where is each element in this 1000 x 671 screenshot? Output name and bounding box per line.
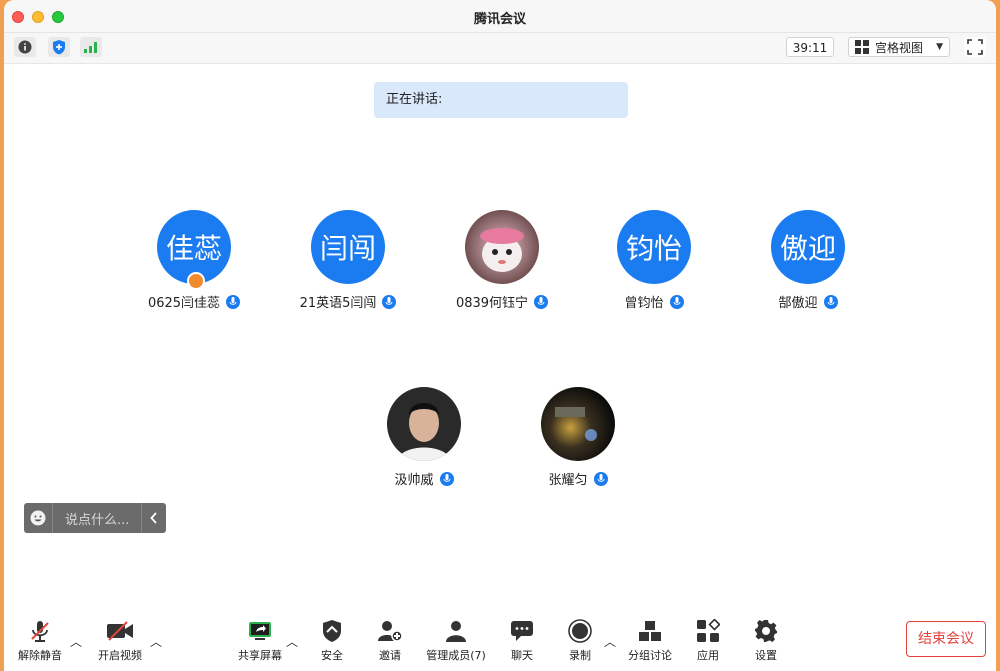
unmute-label: 解除静音 [18,649,62,662]
breakout-icon [618,617,682,645]
chevron-up-icon[interactable]: ︿ [150,633,162,650]
avatar-text: 傲迎 [779,232,836,265]
meeting-window: 腾讯会议 39:11 宫格视图 ▼ 正在讲话: 佳蕊 0625闫佳蕊 闫闯 21… [4,0,996,671]
avatar-photo [465,210,539,284]
breakout-rooms-button[interactable]: 分组讨论 [618,617,682,663]
share-screen-label: 共享屏幕 [238,649,282,662]
end-meeting-button[interactable]: 结束会议 [906,621,986,657]
participant-name-row: 0839何钰宁 [432,292,572,311]
avatar: 钧怡 [617,210,691,284]
mic-icon [669,294,684,309]
participant-tile[interactable]: 佳蕊 0625闫佳蕊 [124,210,264,311]
avatar: 闫闯 [311,210,385,284]
chat-icon [490,617,554,645]
participant-tile[interactable]: 0839何钰宁 [432,210,572,311]
record-label: 录制 [569,649,591,662]
participant-name-row: 汲帅威 [354,469,494,488]
mic-icon [226,294,241,309]
chat-input-placeholder[interactable]: 说点什么... [53,509,141,528]
avatar-photo [387,387,461,461]
mic-icon [382,294,397,309]
security-label: 安全 [321,649,343,662]
manage-members-button[interactable]: 管理成员(7) [420,617,492,663]
participant-name-row: 曾钧怡 [584,292,724,311]
security-button[interactable]: 安全 [300,617,364,663]
grid-icon [855,40,869,54]
avatar-text: 钧怡 [625,232,682,265]
mic-icon [534,294,549,309]
video-off-icon [88,617,152,645]
signal-icon[interactable] [80,37,102,57]
unmute-button[interactable]: 解除静音 [8,617,72,663]
start-video-button[interactable]: 开启视频 [88,617,152,663]
chat-button[interactable]: 聊天 [490,617,554,663]
bottom-control-bar: 解除静音 ︿ 开启视频 ︿ 共享屏幕 ︿ 安全 邀请 管理成员(7) 聊天 录制… [4,611,996,671]
emoji-icon[interactable] [24,503,53,533]
share-screen-icon [228,617,292,645]
participant-tile[interactable]: 傲迎 郜傲迎 [738,210,878,311]
caret-down-icon: ▼ [936,42,943,52]
invite-button[interactable]: 邀请 [358,617,422,663]
members-icon [420,617,492,645]
apps-label: 应用 [697,649,719,662]
info-icon[interactable] [14,37,36,57]
participant-tile[interactable]: 闫闯 21英语5闫闯 [278,210,418,311]
mic-icon [593,471,608,486]
participant-name: 汲帅威 [394,473,434,488]
participant-name: 21英语5闫闯 [299,296,377,311]
apps-icon [676,617,740,645]
share-screen-button[interactable]: 共享屏幕 [228,617,292,663]
chevron-up-icon[interactable]: ︿ [70,633,82,650]
chevron-up-icon[interactable]: ︿ [604,633,616,650]
shield-icon [300,617,364,645]
view-mode-dropdown[interactable]: 宫格视图 ▼ [848,37,950,57]
window-title: 腾讯会议 [473,12,526,27]
participant-name-row: 21英语5闫闯 [278,292,418,311]
mic-icon [823,294,838,309]
title-bar: 腾讯会议 [4,0,996,33]
start-video-label: 开启视频 [98,649,142,662]
participant-name-row: 张耀匀 [508,469,648,488]
avatar-photo [541,387,615,461]
participant-tile[interactable]: 张耀匀 [508,387,648,488]
manage-members-label: 管理成员(7) [426,649,486,662]
chevron-left-icon[interactable] [141,503,166,533]
gear-icon [734,617,798,645]
shield-icon[interactable] [48,37,70,57]
chat-label: 聊天 [511,649,533,662]
speaking-indicator: 正在讲话: [374,82,628,118]
meeting-timer: 39:11 [786,37,834,57]
participant-name: 0839何钰宁 [455,296,529,311]
settings-label: 设置 [755,649,777,662]
view-mode-label: 宫格视图 [875,40,924,55]
apps-button[interactable]: 应用 [676,617,740,663]
participant-name: 郜傲迎 [778,296,818,311]
add-user-icon [358,617,422,645]
settings-button[interactable]: 设置 [734,617,798,663]
breakout-label: 分组讨论 [628,649,672,662]
avatar-text: 闫闯 [319,232,376,265]
invite-label: 邀请 [379,649,401,662]
avatar: 傲迎 [771,210,845,284]
avatar-text: 佳蕊 [165,232,222,265]
participant-name: 张耀匀 [548,473,588,488]
fullscreen-icon[interactable] [964,37,986,57]
participant-name: 曾钧怡 [624,296,664,311]
mic-muted-icon [8,617,72,645]
participant-name-row: 郜傲迎 [738,292,878,311]
host-icon [187,272,205,298]
participant-name: 0625闫佳蕊 [147,296,221,311]
top-toolbar: 39:11 宫格视图 ▼ [4,33,996,64]
participant-tile[interactable]: 汲帅威 [354,387,494,488]
chevron-up-icon[interactable]: ︿ [286,633,298,650]
avatar: 佳蕊 [157,210,231,298]
mic-icon [439,471,454,486]
participant-tile[interactable]: 钧怡 曾钧怡 [584,210,724,311]
record-icon [548,617,612,645]
record-button[interactable]: 录制 [548,617,612,663]
quick-chat-bar[interactable]: 说点什么... [24,503,166,533]
